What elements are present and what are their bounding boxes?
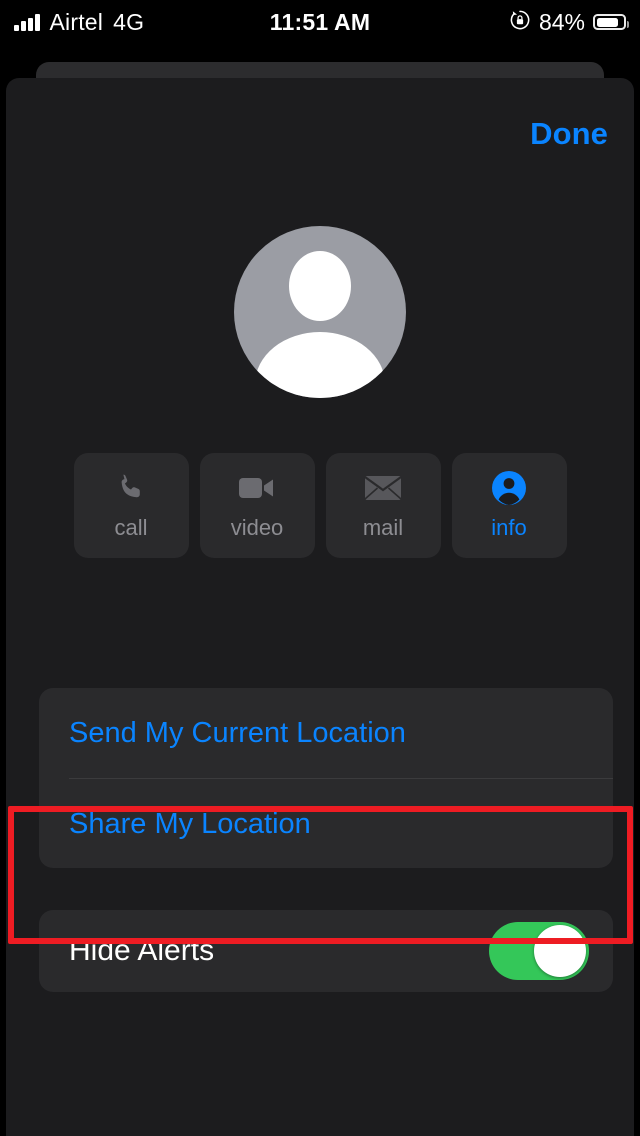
hide-alerts-label: Hide Alerts	[69, 934, 215, 967]
send-my-current-location-button[interactable]: Send My Current Location	[39, 688, 613, 778]
avatar-container	[6, 226, 634, 398]
envelope-icon	[362, 471, 404, 505]
battery-percent: 84%	[538, 8, 585, 35]
hide-alerts-row[interactable]: Hide Alerts	[39, 910, 613, 992]
person-circle-icon	[488, 470, 530, 505]
share-my-location-button[interactable]: Share My Location	[39, 779, 613, 869]
default-contact-avatar-icon[interactable]	[234, 226, 406, 398]
info-button[interactable]: info	[451, 453, 567, 558]
status-bar: Airtel 4G 11:51 AM 84%	[0, 0, 640, 44]
info-button-label: info	[491, 514, 527, 540]
mail-button[interactable]: mail	[325, 453, 441, 558]
battery-icon	[593, 14, 629, 30]
phone-icon	[110, 471, 152, 505]
rotation-lock-icon	[509, 9, 531, 36]
done-button[interactable]: Done	[530, 116, 608, 152]
status-bar-right: 84%	[509, 8, 629, 36]
avatar-head-shape	[289, 251, 351, 321]
hide-alerts-group: Hide Alerts	[39, 910, 613, 992]
video-button[interactable]: video	[199, 453, 315, 558]
toggle-knob	[534, 925, 586, 977]
mail-button-label: mail	[362, 514, 404, 540]
call-button[interactable]: call	[73, 453, 189, 558]
location-options-group: Send My Current Location Share My Locati…	[39, 688, 613, 868]
done-button-row: Done	[530, 116, 608, 152]
video-button-label: video	[230, 514, 284, 540]
avatar-body-shape	[255, 332, 385, 398]
phone-screen: Airtel 4G 11:51 AM 84% Done call video m…	[0, 0, 640, 1136]
contact-details-sheet: Done call video mail info Send My Curren…	[6, 78, 634, 1136]
hide-alerts-toggle[interactable]	[489, 922, 589, 980]
quick-action-row: call video mail info	[6, 453, 634, 558]
video-camera-icon	[236, 471, 278, 505]
call-button-label: call	[114, 514, 148, 540]
